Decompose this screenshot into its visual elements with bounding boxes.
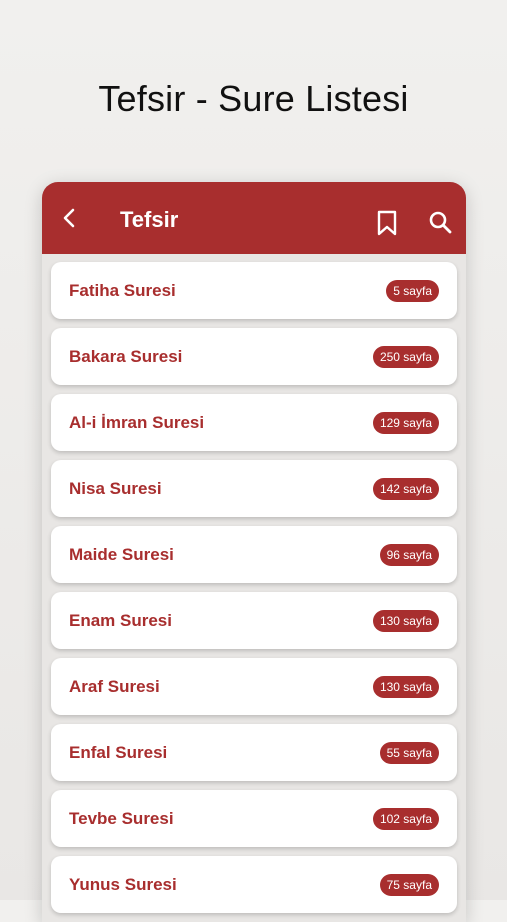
list-item[interactable]: Araf Suresi 130 sayfa bbox=[51, 658, 457, 715]
page-count-badge: 55 sayfa bbox=[379, 741, 439, 764]
list-item[interactable]: Fatiha Suresi 5 sayfa bbox=[51, 262, 457, 319]
page-title: Tefsir - Sure Listesi bbox=[98, 78, 409, 119]
surah-name: Bakara Suresi bbox=[69, 346, 183, 366]
surah-name: Araf Suresi bbox=[69, 676, 160, 696]
app-bar: Tefsir bbox=[42, 182, 466, 254]
surah-name: Enfal Suresi bbox=[69, 742, 168, 762]
list-item[interactable]: Nisa Suresi 142 sayfa bbox=[51, 460, 457, 517]
surah-name: Nisa Suresi bbox=[69, 478, 162, 498]
page-count-badge: 129 sayfa bbox=[372, 411, 439, 434]
surah-name: Enam Suresi bbox=[69, 610, 172, 630]
surah-list: Fatiha Suresi 5 sayfa Bakara Suresi 250 … bbox=[42, 254, 466, 913]
surah-name: Tevbe Suresi bbox=[69, 808, 174, 828]
page-count-badge: 96 sayfa bbox=[379, 543, 439, 566]
page-count-badge: 102 sayfa bbox=[372, 807, 439, 830]
search-icon[interactable] bbox=[428, 210, 452, 234]
page-count-badge: 130 sayfa bbox=[372, 675, 439, 698]
page-count-badge: 130 sayfa bbox=[372, 609, 439, 632]
bookmark-icon[interactable] bbox=[376, 210, 398, 236]
page-count-badge: 142 sayfa bbox=[372, 477, 439, 500]
list-item[interactable]: Enam Suresi 130 sayfa bbox=[51, 592, 457, 649]
list-item[interactable]: Maide Suresi 96 sayfa bbox=[51, 526, 457, 583]
surah-name: Maide Suresi bbox=[69, 544, 174, 564]
page-count-badge: 5 sayfa bbox=[386, 279, 439, 302]
surah-name: Fatiha Suresi bbox=[69, 280, 176, 300]
list-item[interactable]: Enfal Suresi 55 sayfa bbox=[51, 724, 457, 781]
list-item[interactable]: Bakara Suresi 250 sayfa bbox=[51, 328, 457, 385]
page-count-badge: 250 sayfa bbox=[372, 345, 439, 368]
page-count-badge: 75 sayfa bbox=[379, 873, 439, 896]
app-bar-title: Tefsir bbox=[120, 207, 179, 232]
phone-screen: Tefsir Fatiha Suresi 5 sayfa Bakara Sure… bbox=[42, 182, 466, 922]
list-item[interactable]: Al-i İmran Suresi 129 sayfa bbox=[51, 394, 457, 451]
surah-name: Yunus Suresi bbox=[69, 874, 177, 894]
chevron-left-icon[interactable] bbox=[58, 206, 82, 230]
list-item[interactable]: Tevbe Suresi 102 sayfa bbox=[51, 790, 457, 847]
list-item[interactable]: Yunus Suresi 75 sayfa bbox=[51, 856, 457, 913]
surah-name: Al-i İmran Suresi bbox=[69, 412, 205, 432]
